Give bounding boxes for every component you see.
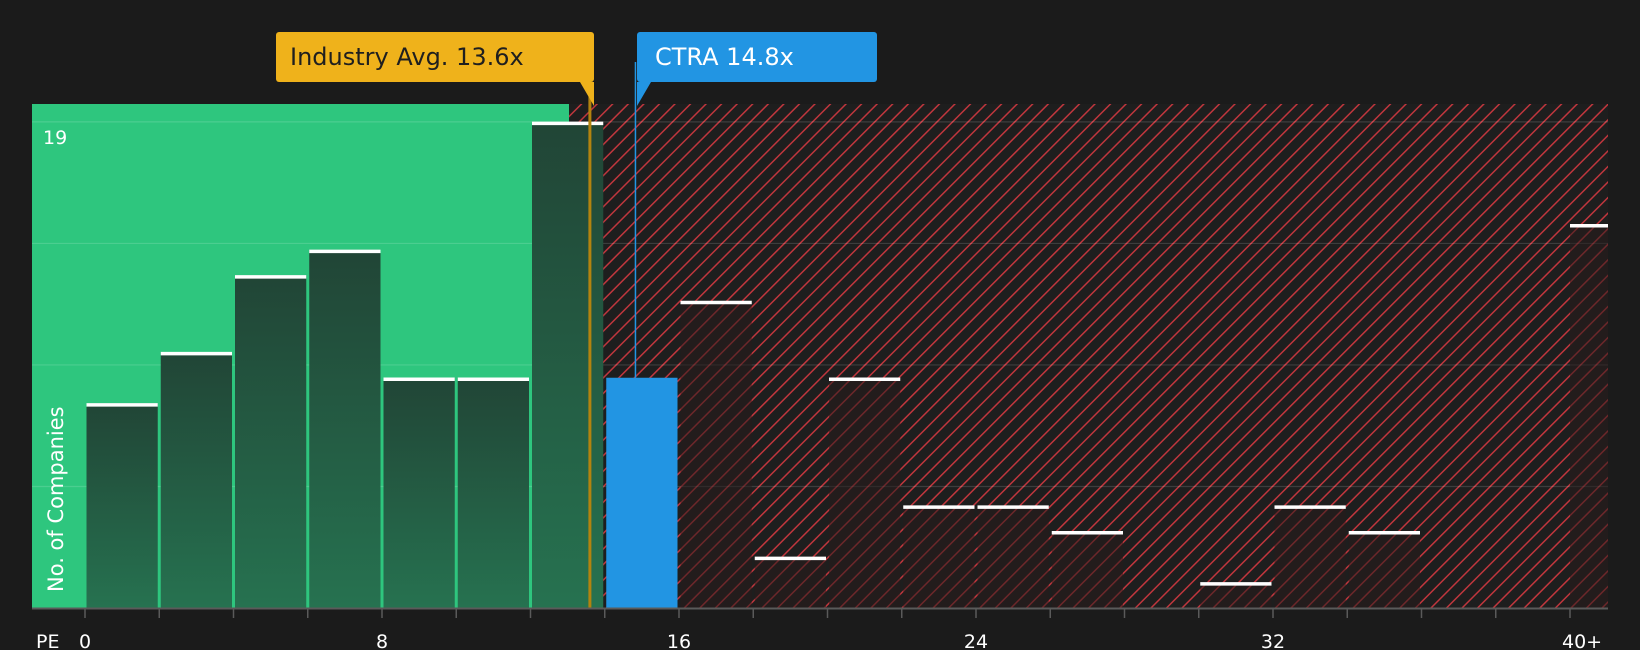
company-bar bbox=[606, 377, 678, 608]
industry-callout-pointer bbox=[580, 82, 594, 106]
histogram-bar bbox=[829, 377, 901, 608]
company-pe-callout: CTRA 14.8x bbox=[637, 32, 877, 82]
y-axis-max-label: 19 bbox=[43, 127, 67, 149]
histogram-bar bbox=[86, 403, 158, 608]
x-tick-label: 32 bbox=[1261, 631, 1285, 650]
x-tick-label: 8 bbox=[376, 631, 388, 650]
histogram-bar bbox=[160, 352, 232, 608]
histogram-bar bbox=[1051, 531, 1123, 608]
histogram-bar bbox=[1200, 582, 1272, 608]
histogram-bar bbox=[457, 377, 529, 608]
x-tick-label: 24 bbox=[964, 631, 988, 650]
x-tick-label: 0 bbox=[79, 631, 91, 650]
y-axis-title: No. of Companies bbox=[44, 406, 68, 592]
pe-histogram-chart: 0 8 16 24 32 40+ 19 No. of Companies PE bbox=[32, 62, 1608, 650]
histogram-bar bbox=[754, 556, 826, 608]
histogram-bar bbox=[680, 300, 752, 608]
histogram-bar bbox=[532, 121, 604, 608]
histogram-bar bbox=[1570, 224, 1608, 608]
histogram-bar bbox=[383, 377, 455, 608]
x-axis: 0 8 16 24 32 40+ bbox=[32, 607, 1608, 650]
histogram-bar bbox=[309, 249, 381, 609]
histogram-bar bbox=[903, 505, 975, 608]
industry-average-callout: Industry Avg. 13.6x bbox=[276, 32, 594, 82]
histogram-bar bbox=[977, 505, 1049, 608]
x-tick-label: 40+ bbox=[1562, 631, 1602, 650]
histogram-bar bbox=[1274, 505, 1346, 608]
histogram-bar bbox=[235, 275, 307, 608]
x-tick-label: 16 bbox=[667, 631, 691, 650]
histogram-bar bbox=[1348, 531, 1420, 608]
company-callout-pointer bbox=[637, 82, 651, 106]
x-axis-title: PE bbox=[36, 631, 59, 650]
